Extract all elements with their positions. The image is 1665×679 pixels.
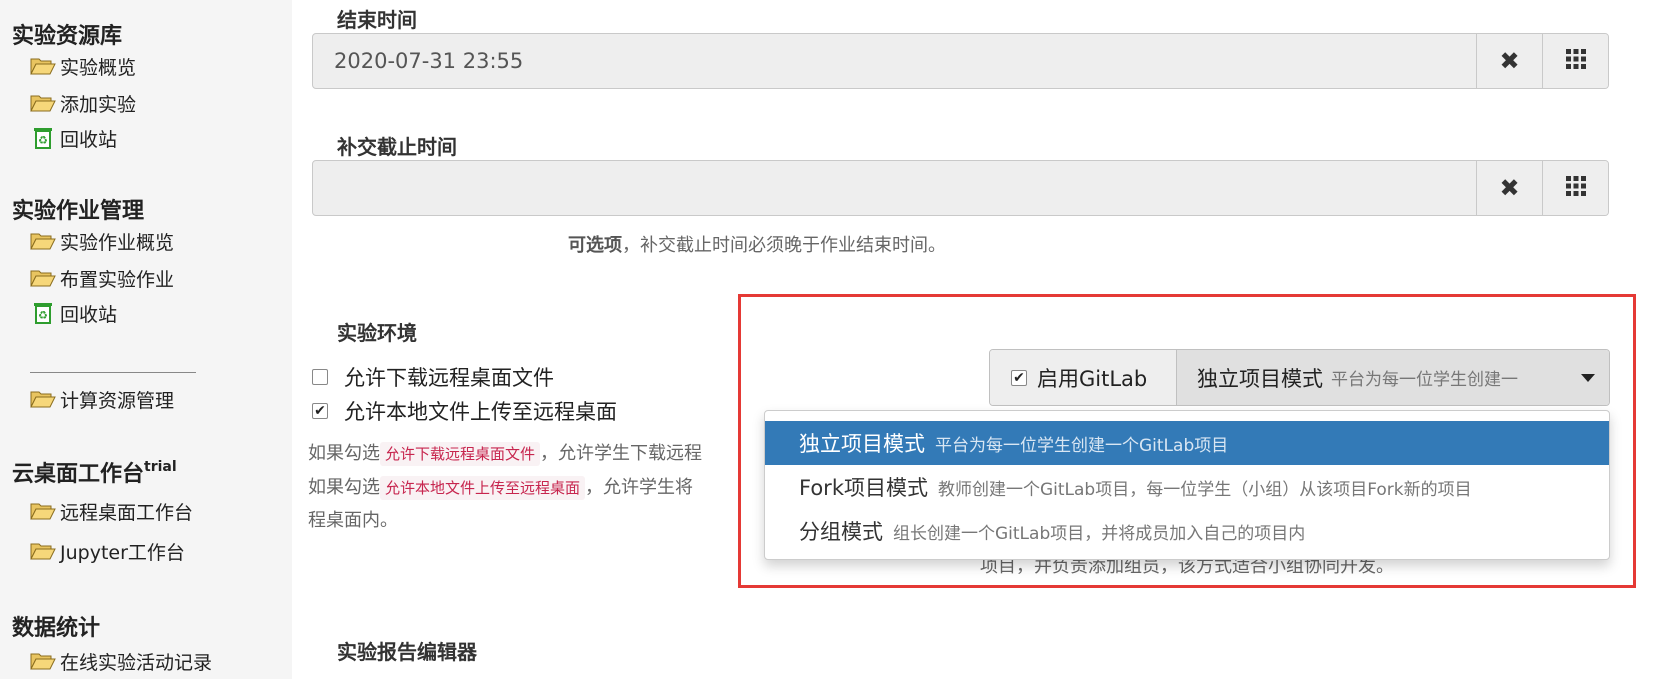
recycle-bin-icon: ♻ xyxy=(30,127,56,149)
gitlab-mode-select[interactable]: 独立项目模式 平台为每一位学生创建一 xyxy=(1177,350,1609,405)
allow-upload-checkbox[interactable]: ✔ xyxy=(312,403,328,419)
end-time-label: 结束时间 xyxy=(337,8,417,32)
environment-help-line-3: 程桌面内。 xyxy=(308,510,398,531)
folder-open-icon xyxy=(30,267,56,289)
folder-open-icon xyxy=(30,55,56,77)
sidebar-item-label: 在线实验活动记录 xyxy=(60,651,213,674)
sidebar-item-label: Jupyter工作台 xyxy=(60,541,185,564)
enable-gitlab-option[interactable]: ✔ 启用GitLab xyxy=(990,350,1177,405)
late-time-input-group: ✖ xyxy=(312,160,1609,216)
folder-open-icon xyxy=(30,540,56,562)
section-title-assignment-management: 实验作业管理 xyxy=(12,199,145,224)
mode-option-group[interactable]: 分组模式 组长创建一个GitLab项目，并将成员加入自己的项目内 xyxy=(765,509,1609,553)
svg-text:♻: ♻ xyxy=(38,134,48,147)
late-time-input[interactable] xyxy=(313,161,1476,215)
sidebar-item-recycle-bin[interactable]: ♻ 回收站 xyxy=(30,123,117,153)
report-editor-label: 实验报告编辑器 xyxy=(337,640,477,664)
sidebar-item-assign-lab[interactable]: 布置实验作业 xyxy=(30,263,174,293)
clear-late-time-button[interactable]: ✖ xyxy=(1476,161,1542,215)
sidebar-item-remote-desktop[interactable]: 远程桌面工作台 xyxy=(30,496,193,526)
mode-option-independent[interactable]: 独立项目模式 平台为每一位学生创建一个GitLab项目 xyxy=(765,421,1609,465)
sidebar-item-label: 计算资源管理 xyxy=(60,389,175,412)
sidebar-item-label: 远程桌面工作台 xyxy=(60,501,194,524)
allow-download-option[interactable]: 允许下载远程桌面文件 xyxy=(312,362,554,392)
sidebar-item-jupyter[interactable]: Jupyter工作台 xyxy=(30,536,185,566)
close-icon: ✖ xyxy=(1499,174,1520,202)
sidebar-item-recycle-bin-2[interactable]: ♻ 回收站 xyxy=(30,298,117,328)
sidebar-item-label: 添加实验 xyxy=(60,93,137,116)
section-title-cloud-desktop: 云桌面工作台trial xyxy=(12,458,177,487)
gitlab-mode-group: ✔ 启用GitLab 独立项目模式 平台为每一位学生创建一 xyxy=(989,349,1610,406)
enable-gitlab-checkbox[interactable]: ✔ xyxy=(1011,369,1027,386)
section-title-lab-library: 实验资源库 xyxy=(12,24,123,49)
sidebar-item-label: 实验作业概览 xyxy=(60,231,175,254)
sidebar-item-label: 实验概览 xyxy=(60,56,137,79)
environment-help-line-1: 如果勾选 允许下载远程桌面文件 ，允许学生下载远程 xyxy=(308,442,703,466)
end-time-input-group: 2020-07-31 23:55 ✖ xyxy=(312,33,1609,89)
sidebar-item-add-lab[interactable]: 添加实验 xyxy=(30,88,136,118)
sidebar-item-assignment-overview[interactable]: 实验作业概览 xyxy=(30,226,174,256)
section-title-statistics: 数据统计 xyxy=(12,616,101,641)
gitlab-mode-dropdown: 独立项目模式 平台为每一位学生创建一个GitLab项目 Fork项目模式 教师创… xyxy=(764,410,1610,560)
late-time-help: 可选项，补交截止时间必须晚于作业结束时间。 xyxy=(568,235,946,256)
clear-end-time-button[interactable]: ✖ xyxy=(1476,34,1542,88)
sidebar-item-label: 回收站 xyxy=(60,128,118,151)
mode-option-fork[interactable]: Fork项目模式 教师创建一个GitLab项目，每一位学生（小组）从该项目For… xyxy=(765,465,1609,509)
folder-open-icon xyxy=(30,230,56,252)
recycle-bin-icon: ♻ xyxy=(30,302,56,324)
end-time-input[interactable]: 2020-07-31 23:55 xyxy=(313,34,1476,88)
sidebar-item-compute-resources[interactable]: 计算资源管理 xyxy=(30,384,174,414)
sidebar-item-lab-overview[interactable]: 实验概览 xyxy=(30,51,136,81)
environment-label: 实验环境 xyxy=(337,321,417,345)
folder-open-icon xyxy=(30,650,56,672)
environment-help-line-2: 如果勾选 允许本地文件上传至远程桌面 ，允许学生将 xyxy=(308,476,694,500)
allow-download-checkbox[interactable] xyxy=(312,369,328,385)
svg-text:♻: ♻ xyxy=(38,309,48,322)
late-time-label: 补交截止时间 xyxy=(337,135,457,159)
folder-open-icon xyxy=(30,500,56,522)
sidebar-divider xyxy=(30,372,196,373)
allow-upload-option[interactable]: ✔ 允许本地文件上传至远程桌面 xyxy=(312,396,617,426)
end-time-picker-button[interactable] xyxy=(1542,34,1608,88)
sidebar-item-activity-log[interactable]: 在线实验活动记录 xyxy=(30,646,212,676)
folder-open-icon xyxy=(30,92,56,114)
caret-down-icon xyxy=(1581,374,1595,382)
trial-badge: trial xyxy=(144,458,177,475)
sidebar-item-label: 回收站 xyxy=(60,303,118,326)
folder-open-icon xyxy=(30,388,56,410)
close-icon: ✖ xyxy=(1499,47,1520,75)
late-time-picker-button[interactable] xyxy=(1542,161,1608,215)
grid-icon xyxy=(1565,174,1586,202)
sidebar-item-label: 布置实验作业 xyxy=(60,268,175,291)
grid-icon xyxy=(1565,47,1586,75)
sidebar: 实验资源库 实验概览 添加实验 ♻ 回收站 实验作业管理 实验作业概览 布置实验… xyxy=(0,0,292,679)
